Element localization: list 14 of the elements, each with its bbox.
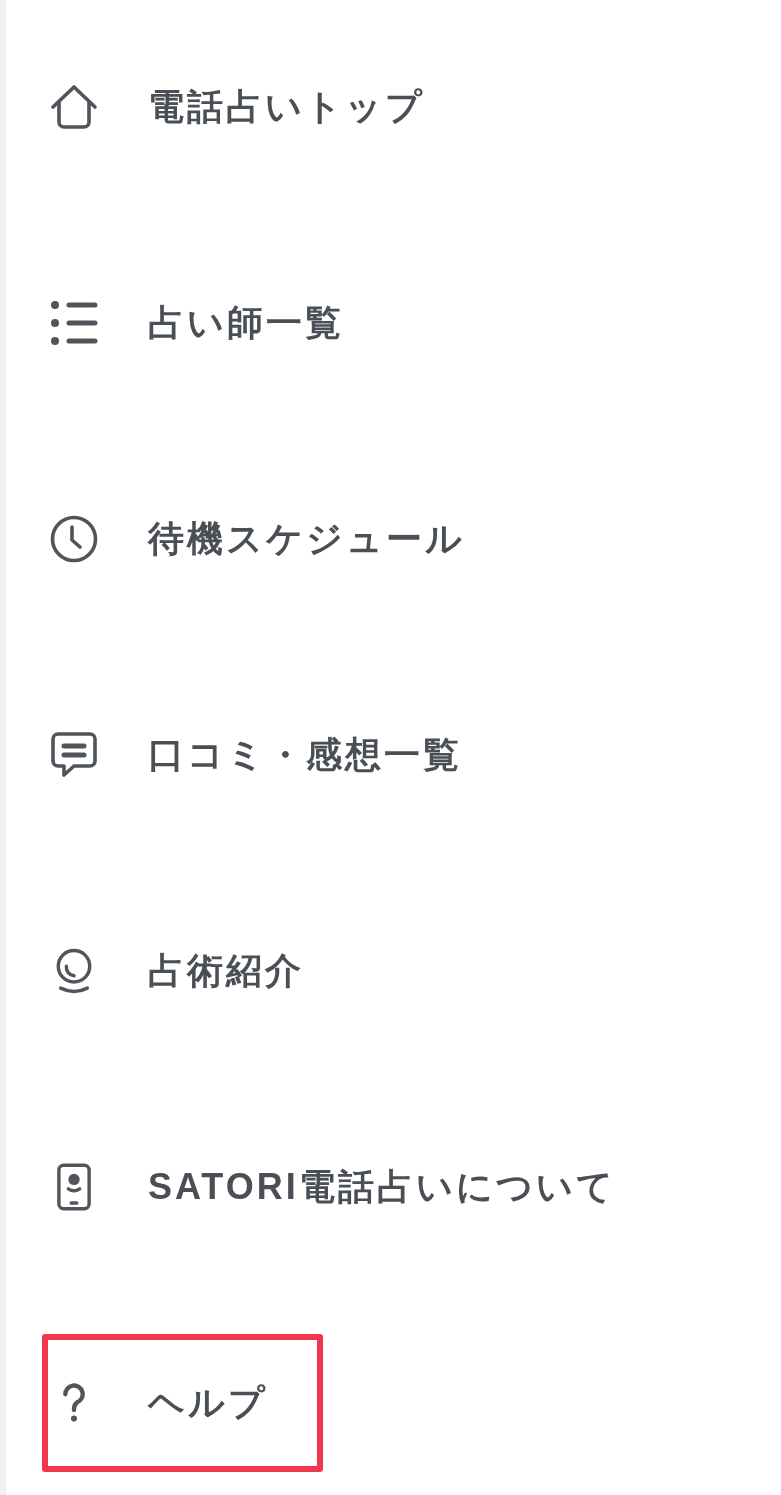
menu-item[interactable]: 口コミ・感想一覧 [48,731,511,779]
menu-item[interactable]: 占い師一覧 [48,299,393,347]
chat-icon [50,731,98,779]
list-icon [50,299,98,347]
menu-item[interactable]: ヘルプ [48,1379,317,1427]
crystal-ball-icon [54,948,94,994]
menu-item[interactable]: SATORI電話占いについて [48,1163,665,1211]
smartphone-icon [57,1163,91,1211]
menu-item[interactable]: 待機スケジュール [48,515,514,563]
help-icon [61,1383,87,1423]
menu-item[interactable]: 占術紹介 [48,947,353,995]
clock-icon [50,515,98,563]
home-icon [50,84,98,130]
menu-item[interactable]: 電話占いトップ [48,83,474,131]
